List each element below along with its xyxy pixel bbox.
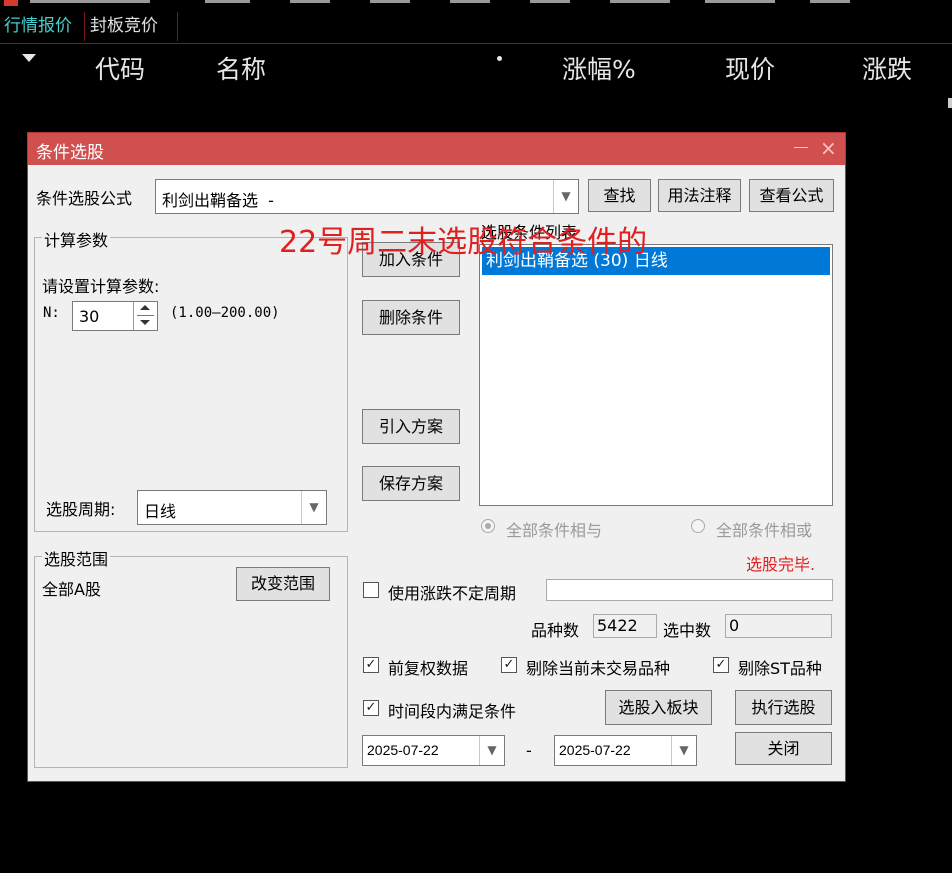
radio-selected-dot <box>485 523 491 529</box>
chevron-down-icon[interactable]: ▼ <box>479 736 504 765</box>
exclude-st-label: 剔除ST品种 <box>738 659 822 678</box>
status-text: 选股完毕. <box>746 555 816 574</box>
conditions-list[interactable]: 利剑出鞘备选 (30) 日线 <box>479 244 833 506</box>
sort-dropdown-icon[interactable] <box>22 54 36 62</box>
view-formula-button[interactable]: 查看公式 <box>749 179 834 212</box>
usage-notes-button[interactable]: 用法注释 <box>658 179 741 212</box>
period-condition-checkbox[interactable]: ✓ <box>363 700 379 716</box>
date-to-picker[interactable]: 2025-07-22 ▼ <box>554 735 697 766</box>
column-header-price[interactable]: 现价 <box>725 50 775 86</box>
period-condition-label: 时间段内满足条件 <box>388 702 517 721</box>
exclude-untraded-checkbox[interactable]: ✓ <box>501 657 517 673</box>
formula-label: 条件选股公式 <box>36 189 133 208</box>
variety-count-value: 5422 <box>597 616 638 635</box>
selected-count-label: 选中数 <box>663 621 712 640</box>
menu-item-fragment[interactable] <box>370 0 410 3</box>
menu-item-fragment[interactable] <box>530 0 570 3</box>
exclude-untraded-label: 剔除当前未交易品种 <box>526 659 671 678</box>
param-n-value: 30 <box>79 307 100 326</box>
tab-quotes-label: 行情报价 <box>4 16 72 36</box>
radio-or[interactable] <box>691 519 705 533</box>
marker-dot <box>497 56 502 61</box>
stepper-divider <box>137 315 154 316</box>
forward-adjust-label: 前复权数据 <box>388 659 469 678</box>
app-logo-icon <box>4 0 18 6</box>
formula-select[interactable]: 利剑出鞘备选 - ▼ <box>155 179 579 214</box>
menu-item-fragment[interactable] <box>290 0 330 3</box>
stepper-up-icon[interactable] <box>140 305 150 310</box>
variable-period-checkbox[interactable] <box>363 582 379 598</box>
menu-item-fragment[interactable] <box>610 0 670 3</box>
column-header-name[interactable]: 名称 <box>216 50 266 86</box>
menu-item-fragment[interactable] <box>450 0 490 3</box>
date-separator: - <box>526 741 532 760</box>
period-value: 日线 <box>144 502 177 521</box>
import-plan-button[interactable]: 引入方案 <box>362 409 460 444</box>
menu-item-fragment[interactable] <box>205 0 250 3</box>
radio-and[interactable] <box>481 519 495 533</box>
menu-item-fragment[interactable] <box>705 0 775 3</box>
period-select[interactable]: 日线 ▼ <box>137 490 327 525</box>
chevron-down-icon[interactable]: ▼ <box>301 491 326 524</box>
delete-condition-button[interactable]: 删除条件 <box>362 300 460 335</box>
scope-value: 全部A股 <box>42 580 101 599</box>
column-header-change[interactable]: 涨跌 <box>862 50 912 86</box>
variable-period-input[interactable] <box>546 579 833 601</box>
column-header-code[interactable]: 代码 <box>95 50 145 86</box>
period-label: 选股周期: <box>46 500 116 519</box>
tab-limit-up-bid[interactable]: 封板竞价 <box>86 12 178 41</box>
scope-group-title: 选股范围 <box>42 546 111 570</box>
to-block-button[interactable]: 选股入板块 <box>605 690 712 725</box>
date-to-value: 2025-07-22 <box>559 742 631 758</box>
menu-title-fragment <box>30 0 150 3</box>
close-button[interactable]: 关闭 <box>735 732 832 765</box>
close-icon[interactable]: × <box>820 137 837 159</box>
variety-count-field: 5422 <box>593 614 657 638</box>
param-n-stepper[interactable]: 30 <box>72 301 158 331</box>
radio-and-label: 全部条件相与 <box>506 521 603 540</box>
annotation-text: 22号周二末选股符合条件的 <box>279 225 648 260</box>
date-from-value: 2025-07-22 <box>367 742 439 758</box>
menu-item-fragment[interactable] <box>810 0 850 3</box>
date-from-picker[interactable]: 2025-07-22 ▼ <box>362 735 505 766</box>
param-n-label: N: <box>43 305 60 321</box>
forward-adjust-checkbox[interactable]: ✓ <box>363 657 379 673</box>
exclude-st-checkbox[interactable]: ✓ <box>713 657 729 673</box>
column-header-change-pct[interactable]: 涨幅% <box>562 50 636 86</box>
dialog-title-bar[interactable]: 条件选股 × <box>28 133 845 165</box>
change-scope-button[interactable]: 改变范围 <box>236 567 330 601</box>
selected-count-field: 0 <box>725 614 832 638</box>
params-prompt: 请设置计算参数: <box>42 277 160 296</box>
find-button[interactable]: 查找 <box>588 179 651 212</box>
variety-count-label: 品种数 <box>531 621 580 640</box>
formula-value: 利剑出鞘备选 - <box>162 191 274 210</box>
param-range: (1.00—200.00) <box>170 305 280 321</box>
save-plan-button[interactable]: 保存方案 <box>362 466 460 501</box>
dialog-title: 条件选股 <box>36 143 104 163</box>
chevron-down-icon[interactable]: ▼ <box>671 736 696 765</box>
stepper-down-icon[interactable] <box>140 320 150 325</box>
run-selection-button[interactable]: 执行选股 <box>735 690 832 725</box>
minimize-icon[interactable] <box>794 147 808 148</box>
tab-quotes[interactable]: 行情报价 <box>0 12 85 41</box>
chevron-down-icon[interactable]: ▼ <box>553 180 578 213</box>
radio-or-label: 全部条件相或 <box>716 521 813 540</box>
params-group-title: 计算参数 <box>42 227 111 251</box>
stepper-buttons[interactable] <box>133 302 158 330</box>
scrollbar-fragment[interactable] <box>948 98 952 108</box>
variable-period-label: 使用涨跌不定周期 <box>388 584 517 603</box>
selected-count-value: 0 <box>729 616 740 635</box>
tab-bid-label: 封板竞价 <box>90 16 158 36</box>
